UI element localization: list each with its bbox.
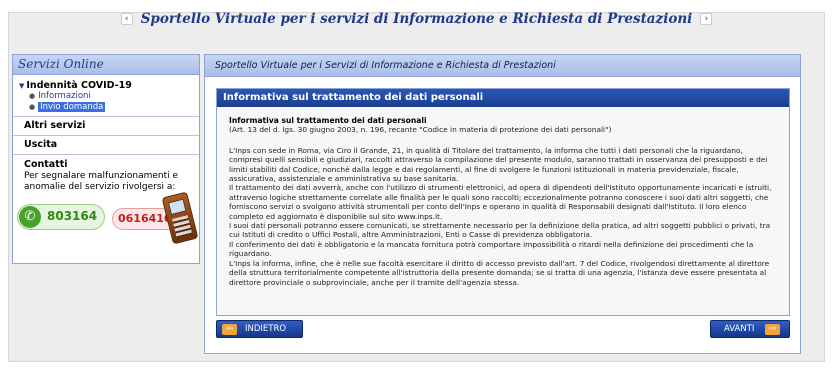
sidebar-item-informazioni[interactable]: ● Informazioni [29,91,193,102]
contacts-title: Contatti [24,159,68,170]
phone-handset-icon: ✆ [19,205,41,228]
top-header: ‹ Sportello Virtuale per i servizi di In… [0,4,833,34]
next-button-label: AVANTI [724,324,755,334]
notice-subtitle: (Art. 13 del d. lgs. 30 giugno 2003, n. … [229,125,612,135]
back-button[interactable]: ⇦ INDIETRO [216,320,303,338]
main-panel: Sportello Virtuale per i Servizi di Info… [204,54,801,354]
notice-heading: Informativa sul trattamento dei dati per… [229,116,427,125]
sidebar-section-covid: ▼ Indennità COVID-19 ● Informazioni ● Invio… [13,75,199,116]
sidebar-item-label: Informazioni [38,91,91,101]
privacy-notice-title: Informativa sul trattamento dei dati per… [217,89,789,107]
notice-paragraph: I suoi dati personali potranno essere co… [229,221,771,240]
notice-paragraph: Il trattamento dei dati avverrà, anche c… [229,183,772,221]
sidebar-item-uscita[interactable]: Uscita [13,135,199,154]
right-arrow-icon: ⇨ [765,323,781,335]
privacy-notice-body: Informativa sul trattamento dei dati per… [217,107,789,287]
next-arrow-icon[interactable]: › [700,13,713,25]
mobile-phone-icon [161,191,199,244]
sidebar-title: Servizi Online [13,55,199,75]
next-button[interactable]: AVANTI ⇨ [710,320,790,338]
page-title: Sportello Virtuale per i servizi di Info… [140,11,693,27]
collapse-triangle-icon: ▼ [19,82,25,90]
notice-paragraph: L'Inps la informa, infine, che è nelle s… [229,258,770,287]
contacts-phones: ✆ 803164 06164164 [17,191,199,244]
bullet-icon: ● [29,92,36,100]
main-panel-title: Sportello Virtuale per i Servizi di Info… [205,55,800,77]
privacy-notice-box: Informativa sul trattamento dei dati per… [216,88,790,316]
sidebar: Servizi Online ▼ Indennità COVID-19 ● Info… [12,54,200,264]
sidebar-item-label: Invio domanda [38,102,106,112]
left-arrow-icon: ⇦ [222,323,237,335]
prev-arrow-icon[interactable]: ‹ [120,13,133,25]
back-button-label: INDIETRO [245,324,287,334]
sidebar-section-label: Indennità COVID-19 [26,80,132,91]
contacts-text: Per segnalare malfunzionamenti e anomali… [24,170,179,193]
bullet-icon: ● [29,103,36,111]
sidebar-item-altri-servizi[interactable]: Altri servizi [13,116,199,135]
green-number-badge: ✆ 803164 [17,203,105,230]
green-number: 803164 [47,208,98,223]
sidebar-section-title[interactable]: ▼ Indennità COVID-19 [19,80,193,91]
contacts-section: Contatti Per segnalare malfunzionamenti … [13,154,199,248]
notice-paragraph: L'Inps con sede in Roma, via Ciro il Gra… [229,145,768,184]
sidebar-item-invio-domanda[interactable]: ● Invio domanda [29,102,193,113]
notice-paragraph: Il conferimento dei dati è obbligatorio … [229,239,754,259]
